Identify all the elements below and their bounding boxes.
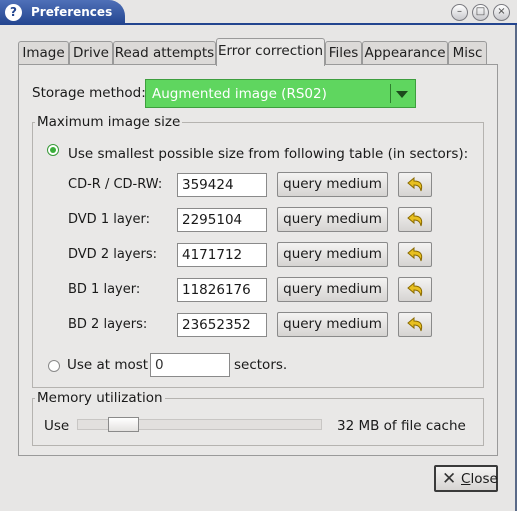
bd1-size-field[interactable]: 11826176 — [177, 278, 267, 302]
bd2-revert-button[interactable] — [398, 312, 432, 337]
dvd2-revert-button[interactable] — [398, 242, 432, 267]
title-bar: ? Preferences – □ × — [0, 0, 517, 25]
storage-method-value: Augmented image (RS02) — [152, 86, 327, 102]
memory-use-label: Use — [44, 418, 70, 434]
bd1-query-button[interactable]: query medium — [277, 277, 388, 302]
storage-method-select[interactable]: Augmented image (RS02) — [145, 79, 416, 108]
revert-arrow-icon — [407, 282, 423, 297]
at-most-field[interactable]: 0 — [150, 353, 230, 377]
tab-read-attempts[interactable]: Read attempts — [113, 41, 216, 64]
tab-misc[interactable]: Misc — [448, 41, 487, 64]
bd2-query-button[interactable]: query medium — [277, 312, 388, 337]
dvd2-size-field[interactable]: 4171712 — [177, 243, 267, 267]
maximize-icon[interactable]: □ — [472, 4, 489, 21]
title-tab[interactable]: ? Preferences — [0, 0, 125, 25]
revert-arrow-icon — [407, 212, 423, 227]
tab-appearance[interactable]: Appearance — [362, 41, 448, 64]
tab-image[interactable]: Image — [18, 41, 69, 64]
table-size-radio[interactable] — [47, 144, 59, 156]
bd1-revert-button[interactable] — [398, 277, 432, 302]
tab-drive[interactable]: Drive — [69, 41, 113, 64]
title-bar-line — [110, 23, 517, 25]
dvd2-query-button[interactable]: query medium — [277, 242, 388, 267]
tab-error-correction[interactable]: Error correction — [216, 38, 325, 66]
table-size-option-label: Use smallest possible size from followin… — [68, 146, 469, 162]
close-window-icon[interactable]: × — [493, 4, 510, 21]
preferences-window: ? Preferences – □ × Image Drive Read att… — [0, 0, 517, 511]
minimize-icon[interactable]: – — [451, 4, 468, 21]
close-button-label: Close — [461, 471, 498, 487]
dvd2-label: DVD 2 layers: — [68, 247, 157, 262]
bd2-size-field[interactable]: 23652352 — [177, 313, 267, 337]
at-most-radio[interactable] — [48, 360, 60, 372]
app-logo-icon[interactable]: ? — [5, 4, 22, 21]
storage-method-label: Storage method: — [32, 85, 146, 101]
at-most-label: Use at most — [67, 357, 149, 373]
window-title: Preferences — [31, 5, 113, 19]
bd2-label: BD 2 layers: — [68, 317, 148, 332]
close-button[interactable]: ✕ Close — [434, 465, 498, 492]
bd1-label: BD 1 layer: — [68, 282, 141, 297]
cd-revert-button[interactable] — [398, 172, 432, 197]
memory-slider-handle[interactable] — [108, 417, 139, 432]
dvd1-label: DVD 1 layer: — [68, 212, 150, 227]
revert-arrow-icon — [407, 177, 423, 192]
cd-query-button[interactable]: query medium — [277, 172, 388, 197]
dvd1-query-button[interactable]: query medium — [277, 207, 388, 232]
memory-value-text: 32 MB of file cache — [337, 418, 466, 434]
memory-title: Memory utilization — [35, 390, 165, 406]
sectors-label: sectors. — [234, 357, 288, 373]
dvd1-size-field[interactable]: 2295104 — [177, 208, 267, 232]
revert-arrow-icon — [407, 317, 423, 332]
max-size-title: Maximum image size — [35, 114, 183, 130]
chevron-down-icon — [396, 91, 408, 98]
tab-files[interactable]: Files — [325, 41, 362, 64]
close-x-icon: ✕ — [442, 469, 457, 489]
cd-size-field[interactable]: 359424 — [177, 173, 267, 197]
dvd1-revert-button[interactable] — [398, 207, 432, 232]
revert-arrow-icon — [407, 247, 423, 262]
cd-label: CD-R / CD-RW: — [68, 177, 163, 192]
combo-separator — [390, 84, 391, 103]
